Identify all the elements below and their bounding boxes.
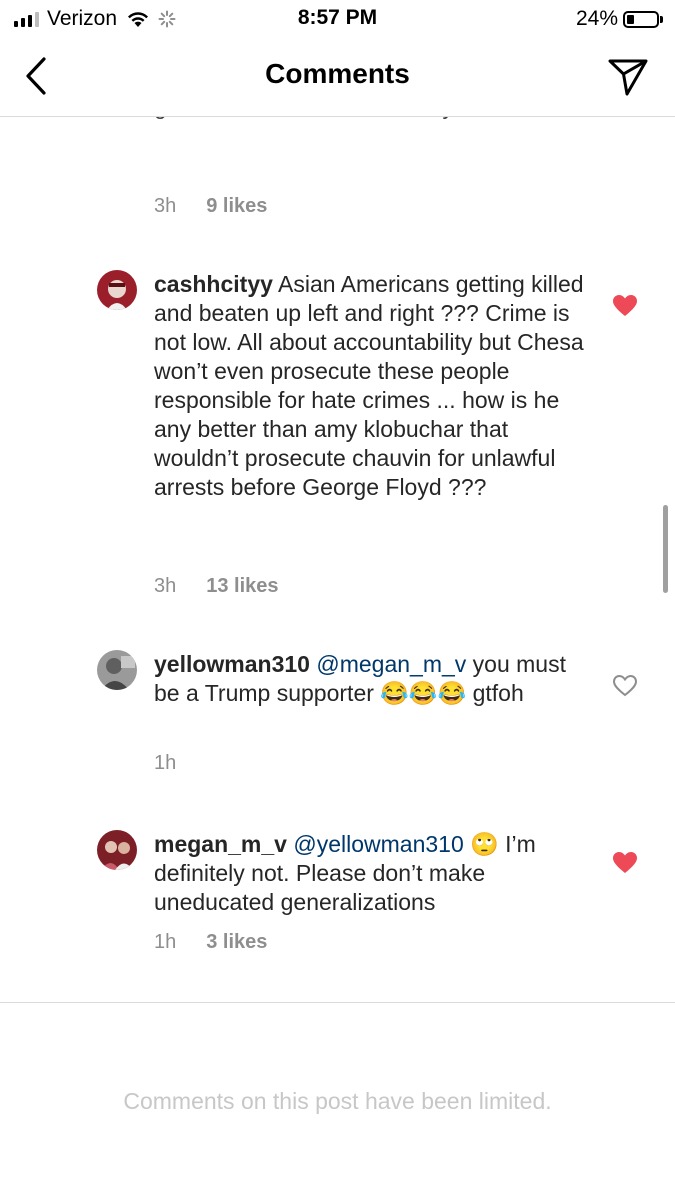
avatar-image — [97, 270, 137, 310]
avatar-image — [97, 650, 137, 690]
comment-text: megan_m_v @yellowman310 🙄 I’m definitely… — [154, 830, 594, 917]
comment-time: 1h — [154, 931, 177, 953]
scrollbar[interactable] — [663, 505, 668, 593]
comment-likes[interactable]: 3 likes — [206, 931, 267, 954]
comment-time: 1h — [154, 752, 177, 774]
status-time: 8:57 PM — [297, 6, 378, 29]
page-title: Comments — [265, 58, 410, 89]
comment-time: 3h — [154, 575, 177, 597]
avatar[interactable] — [97, 270, 137, 310]
comment-mention[interactable]: @yellowman310 — [293, 831, 463, 857]
comment-mention[interactable]: @megan_m_v — [316, 651, 466, 677]
comment-meta: 1h 3 likes — [154, 931, 267, 954]
comment-username[interactable]: yellowman310 — [154, 651, 310, 677]
comment-body: Asian Americans getting killed and beate… — [154, 271, 584, 500]
comment-text: yellowman310 @megan_m_v you must be a Tr… — [154, 650, 594, 708]
heart-filled-icon — [613, 295, 637, 316]
comment-text: great! The result is absolutely more cri… — [154, 117, 594, 121]
like-button[interactable] — [612, 851, 638, 875]
status-bar: Verizon 8:57 PM 24% — [0, 0, 675, 38]
comments-limited-notice: Comments on this post have been limited. — [123, 1088, 552, 1114]
comments-list[interactable]: great! The result is absolutely more cri… — [0, 117, 675, 1003]
like-button[interactable] — [612, 294, 638, 318]
comment-likes[interactable]: 13 likes — [206, 575, 278, 598]
comments-header: Comments — [0, 40, 675, 117]
share-button[interactable] — [605, 54, 651, 98]
avatar[interactable] — [97, 650, 137, 690]
battery-cap — [660, 15, 663, 23]
comment-meta: 3h 13 likes — [154, 575, 279, 598]
paper-plane-icon — [608, 59, 648, 96]
comment-text: cashhcityy Asian Americans getting kille… — [154, 270, 594, 502]
comment-likes[interactable]: 9 likes — [206, 195, 267, 218]
avatar[interactable] — [97, 830, 137, 870]
comment-username[interactable]: cashhcityy — [154, 271, 273, 297]
comment-meta: 1h — [154, 752, 176, 775]
comment-username[interactable]: megan_m_v — [154, 831, 287, 857]
heart-outline-icon — [612, 674, 638, 697]
comment-time: 3h — [154, 195, 177, 217]
like-button[interactable] — [612, 674, 638, 698]
heart-filled-icon — [613, 852, 637, 873]
battery-percent: 24% — [575, 7, 618, 30]
avatar-image — [97, 830, 137, 870]
comment-meta: 3h 9 likes — [154, 195, 267, 218]
battery-icon — [623, 10, 659, 28]
